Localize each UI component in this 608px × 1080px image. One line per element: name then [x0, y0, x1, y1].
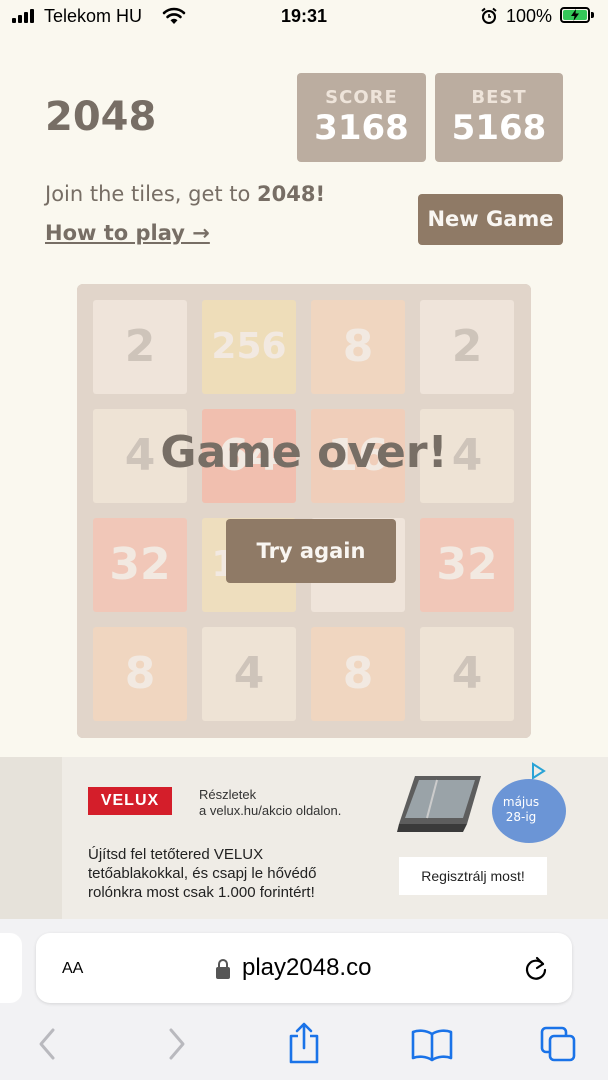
- ad-body-line: Újítsd fel tetőtered VELUX: [88, 846, 264, 863]
- intro-target: 2048!: [257, 182, 326, 206]
- game-over-overlay: [77, 284, 531, 738]
- back-icon[interactable]: [36, 1026, 58, 1062]
- ad-date-badge: május 28-ig: [492, 779, 566, 843]
- lock-icon: [216, 959, 230, 979]
- ad-details-line: Részletek: [199, 787, 257, 802]
- status-bar: Telekom HU 19:31 100%: [0, 0, 608, 34]
- battery-percentage: 100%: [506, 6, 553, 26]
- ad-date-line: május: [502, 795, 540, 809]
- previous-tab-edge[interactable]: [0, 933, 22, 1003]
- tabs-icon[interactable]: [540, 1026, 578, 1064]
- bookmarks-icon[interactable]: [410, 1028, 454, 1062]
- ad-body-line: tetőablakokkal, és csapj le hővédő: [88, 865, 317, 882]
- best-box: BEST 5168: [435, 73, 563, 162]
- battery-cap: [591, 12, 594, 18]
- url-text[interactable]: play2048.co: [242, 954, 371, 982]
- score-box: SCORE 3168: [297, 73, 426, 162]
- ad-body-line: rolónkra most csak 1.000 forintért!: [88, 884, 315, 901]
- game-title: 2048: [45, 94, 157, 140]
- share-icon[interactable]: [286, 1022, 322, 1064]
- ad-details-line: a velux.hu/akcio oldalon.: [199, 803, 342, 818]
- best-value: 5168: [451, 108, 547, 148]
- game-over-message: Game over!: [160, 427, 448, 478]
- reload-icon[interactable]: [523, 955, 549, 983]
- text-size-button[interactable]: AA: [62, 953, 83, 979]
- intro-text: Join the tiles, get to 2048!: [45, 182, 325, 206]
- text-size-label: AA: [62, 960, 84, 977]
- alarm-icon: [481, 7, 497, 24]
- velux-logo: VELUX: [88, 787, 172, 815]
- how-to-play-link[interactable]: How to play →: [45, 221, 210, 245]
- score-value: 3168: [314, 108, 409, 148]
- new-game-button[interactable]: New Game: [418, 194, 563, 245]
- ad-body-text: Újítsd fel tetőtered VELUX tetőablakokka…: [88, 845, 316, 902]
- roof-window-image: [397, 776, 481, 832]
- ad-choices-icon[interactable]: [528, 762, 548, 780]
- intro-prefix: Join the tiles, get to: [45, 182, 258, 206]
- charging-bolt-icon: [571, 9, 579, 21]
- try-again-button[interactable]: Try again: [226, 519, 396, 583]
- forward-icon[interactable]: [166, 1026, 188, 1062]
- score-label: SCORE: [325, 87, 398, 108]
- ad-date-line: 28-ig: [505, 810, 537, 824]
- battery-icon: [560, 7, 590, 23]
- ad-details-text: Részletek a velux.hu/akcio oldalon.: [199, 787, 341, 819]
- best-label: BEST: [471, 87, 527, 108]
- ad-register-button[interactable]: Regisztrálj most!: [399, 857, 547, 895]
